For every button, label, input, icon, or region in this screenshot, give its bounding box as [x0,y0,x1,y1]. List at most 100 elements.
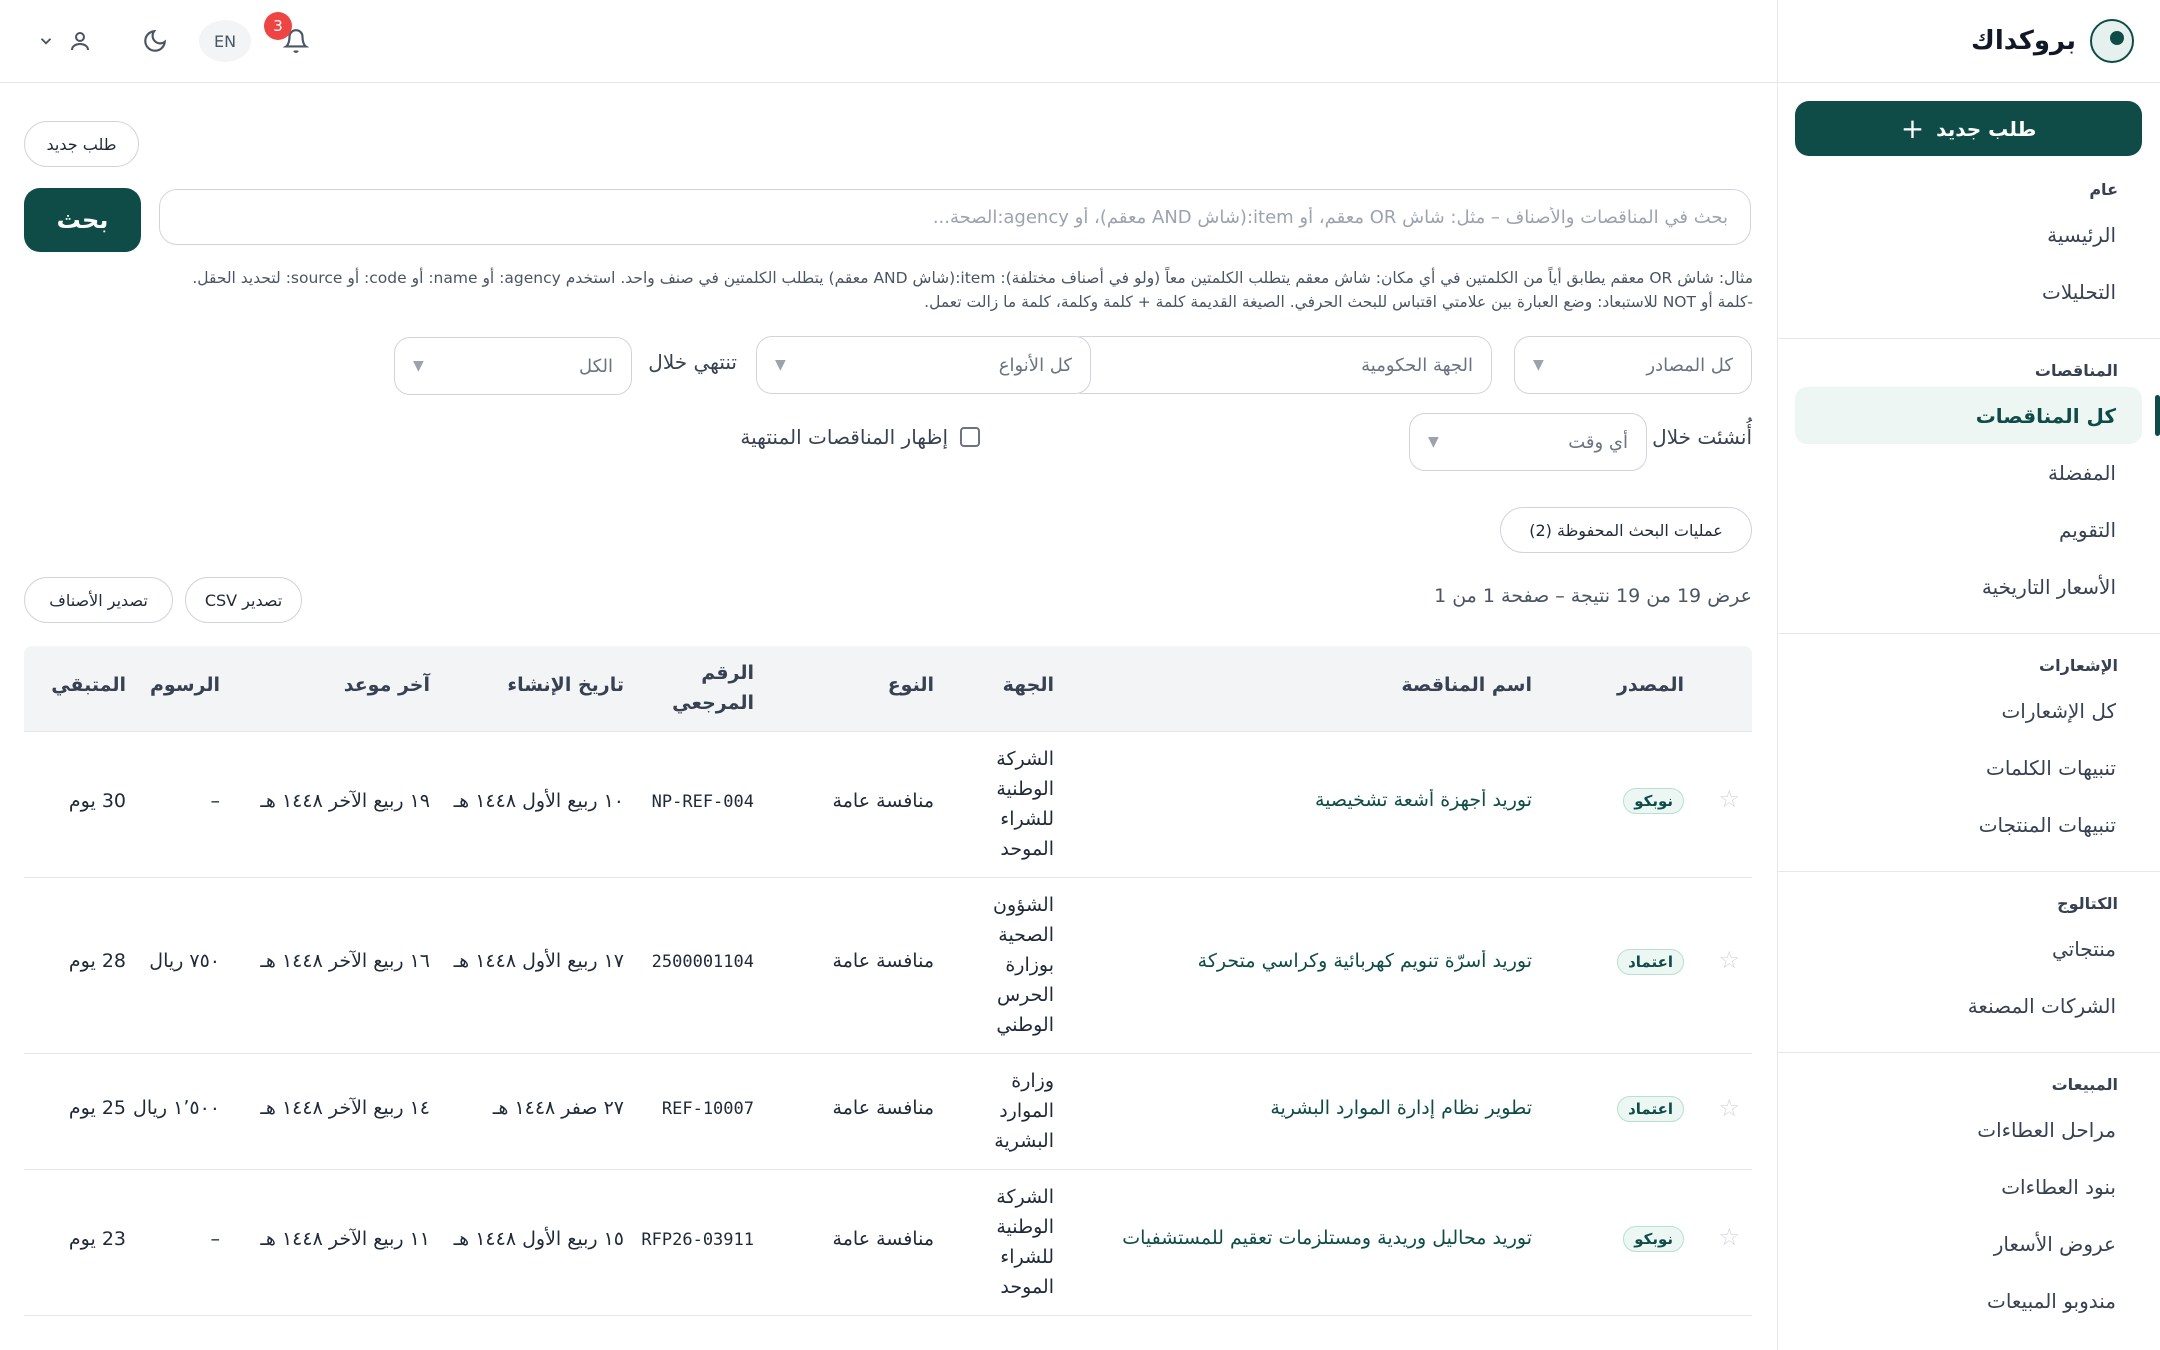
chevron-down-icon [40,38,52,45]
sidebar-item-favorites[interactable]: المفضلة [1795,444,2142,501]
export-items-button[interactable]: تصدير الأصناف [24,577,173,623]
sidebar-item-product-alerts[interactable]: تنبيهات المنتجات [1795,796,2142,853]
table-row[interactable]: ☆ نوبكو توريد محاليل وريدية ومستلزمات تع… [24,1170,1752,1316]
sidebar-item-label: الأسعار التاريخية [1981,574,2116,599]
favorite-star-icon[interactable]: ☆ [1718,946,1740,974]
select-value: كل المصادر [1646,354,1733,376]
remaining-cell: 30 يوم [68,790,126,812]
new-request-button[interactable]: طلب جديد [24,121,139,167]
sidebar-item-bid-stages[interactable]: مراحل العطاءات [1795,1101,2142,1158]
header-type[interactable]: النوع [888,674,934,696]
search-button[interactable]: بحث [24,188,141,252]
tender-name-link[interactable]: تطوير نظام إدارة الموارد البشرية [1082,1097,1532,1119]
sidebar-item-sales-reps[interactable]: مندوبو المبيعات [1795,1272,2142,1329]
show-expired-checkbox[interactable] [960,427,980,447]
header-ref[interactable]: الرقم المرجعي [672,658,754,718]
search-bar: بحث [24,186,1751,253]
sidebar-item-bid-items[interactable]: بنود العطاءات [1795,1158,2142,1215]
source-badge: نوبكو [1623,1226,1684,1252]
header-source[interactable]: المصدر [1617,674,1684,696]
search-hint-line: -كلمة أو NOT للاستبعاد: وضع العبارة بين … [924,293,1753,311]
header-created[interactable]: تاريخ الإنشاء [507,674,624,696]
sidebar-item-all-tenders[interactable]: كل المناقصات [1795,387,2160,444]
sidebar-item-home[interactable]: الرئيسية [1795,206,2142,263]
tenders-table: المصدر اسم المناقصة الجهة النوع الرقم ال… [24,646,1752,1316]
sidebar-nav: عام الرئيسية التحليلات المناقصات كل المن… [1777,170,2160,1329]
tender-name-link[interactable]: توريد أجهزة أشعة تشخيصية [1082,789,1532,811]
header-name[interactable]: اسم المناقصة [1401,674,1532,696]
input-placeholder: الجهة الحكومية [1361,354,1473,376]
show-expired-toggle[interactable]: إظهار المناقصات المنتهية [740,425,980,449]
sidebar-item-calendar[interactable]: التقويم [1795,501,2142,558]
created-cell: ١٥ ربيع الأول ١٤٤٨ هـ [453,1228,624,1250]
nav-divider [1777,338,2160,339]
notifications-button[interactable]: 3 [264,12,316,62]
sidebar-item-my-products[interactable]: منتجاتي [1795,920,2142,977]
saved-searches-button[interactable]: عمليات البحث المحفوظة (2) [1500,507,1752,553]
sidebar-item-label: الرئيسية [2047,222,2116,247]
type-cell: منافسة عامة [832,1097,934,1119]
ref-cell: RFP26-03911 [641,1230,754,1250]
agency-cell: وزارة الموارد البشرية [994,1070,1054,1152]
header-remaining[interactable]: المتبقي [51,674,126,696]
header-agency[interactable]: الجهة [1003,674,1054,696]
theme-toggle[interactable] [135,20,175,62]
brand[interactable]: بروكداك [1778,0,2160,83]
language-toggle[interactable]: EN [199,20,251,62]
sidebar-new-request-button[interactable]: طلب جديد + [1795,101,2142,156]
search-input[interactable] [159,189,1751,245]
sidebar-item-analytics[interactable]: التحليلات [1795,263,2142,320]
tender-name-link[interactable]: توريد أسرّة تنويم كهربائية وكراسي متحركة [1082,950,1532,972]
agency-filter-input[interactable]: الجهة الحكومية [1066,336,1492,394]
table-row[interactable]: ☆ نوبكو توريد أجهزة أشعة تشخيصية الشركة … [24,732,1752,878]
nav-divider [1777,1052,2160,1053]
sidebar-item-manufacturers[interactable]: الشركات المصنعة [1795,977,2142,1034]
sidebar-item-label: تنبيهات المنتجات [1978,812,2116,837]
header-deadline[interactable]: آخر موعد [344,674,430,696]
table-row[interactable]: ☆ اعتماد تطوير نظام إدارة الموارد البشري… [24,1054,1752,1170]
user-menu-button[interactable] [60,20,100,62]
export-csv-button[interactable]: تصدير CSV [185,577,302,623]
deadline-cell: ١٦ ربيع الآخر ١٤٤٨ هـ [260,950,430,972]
table-row[interactable]: ☆ اعتماد توريد أسرّة تنويم كهربائية وكرا… [24,878,1752,1054]
results-summary: عرض 19 من 19 نتيجة – صفحة 1 من 1 [1434,585,1752,607]
ends-within-select[interactable]: الكل ▼ [394,337,632,395]
sidebar-item-all-notifications[interactable]: كل الإشعارات [1795,682,2142,739]
user-menu-chevron[interactable] [34,20,58,62]
sidebar-item-historical-prices[interactable]: الأسعار التاريخية [1795,558,2142,615]
sidebar-item-keyword-alerts[interactable]: تنبيهات الكلمات [1795,739,2142,796]
deadline-cell: ١٤ ربيع الآخر ١٤٤٨ هـ [260,1097,430,1119]
fees-cell: – [210,790,221,812]
nav-section-title: المبيعات [2051,1075,2118,1094]
notification-count-badge: 3 [264,12,292,40]
remaining-cell: 28 يوم [68,950,126,972]
favorite-star-icon[interactable]: ☆ [1718,785,1740,813]
created-within-select[interactable]: أي وقت ▼ [1409,413,1647,471]
nav-section-title: عام [2089,180,2118,199]
agency-cell: الشركة الوطنية للشراء الموحد [996,748,1054,860]
agency-cell: الشؤون الصحية بوزارة الحرس الوطني [993,894,1054,1036]
sidebar-item-label: كل المناقصات [1975,403,2116,428]
header-fees[interactable]: الرسوم [150,674,220,696]
app-root: بروكداك طلب جديد + عام الرئيسية التحليلا… [0,0,2160,1350]
sidebar-item-label: التقويم [2058,517,2116,542]
sidebar-item-quotes[interactable]: عروض الأسعار [1795,1215,2142,1272]
search-hint: مثال: شاش OR معقم يطابق أياً من الكلمتين… [23,266,1753,314]
fees-cell: ٧٥٠ ريال [149,950,220,972]
sidebar-item-label: المفضلة [2047,460,2116,485]
favorite-star-icon[interactable]: ☆ [1718,1223,1740,1251]
favorite-star-icon[interactable]: ☆ [1718,1094,1740,1122]
nav-section-catalog: الكتالوج منتجاتي الشركات المصنعة [1777,884,2160,1034]
nav-divider [1777,871,2160,872]
sidebar-item-label: تنبيهات الكلمات [1986,755,2116,780]
deadline-cell: ١١ ربيع الآخر ١٤٤٨ هـ [260,1228,430,1250]
type-cell: منافسة عامة [832,1228,934,1250]
tender-name-link[interactable]: توريد محاليل وريدية ومستلزمات تعقيم للمس… [1082,1227,1532,1249]
topbar: 3 EN [0,0,1777,83]
source-badge: اعتماد [1617,1096,1684,1122]
source-filter-select[interactable]: كل المصادر ▼ [1514,336,1752,394]
plus-icon: + [1900,112,1925,145]
search-hint-line: مثال: شاش OR معقم يطابق أياً من الكلمتين… [192,269,1753,287]
caret-down-icon: ▼ [413,358,424,374]
type-filter-select[interactable]: كل الأنواع ▼ [756,336,1091,394]
